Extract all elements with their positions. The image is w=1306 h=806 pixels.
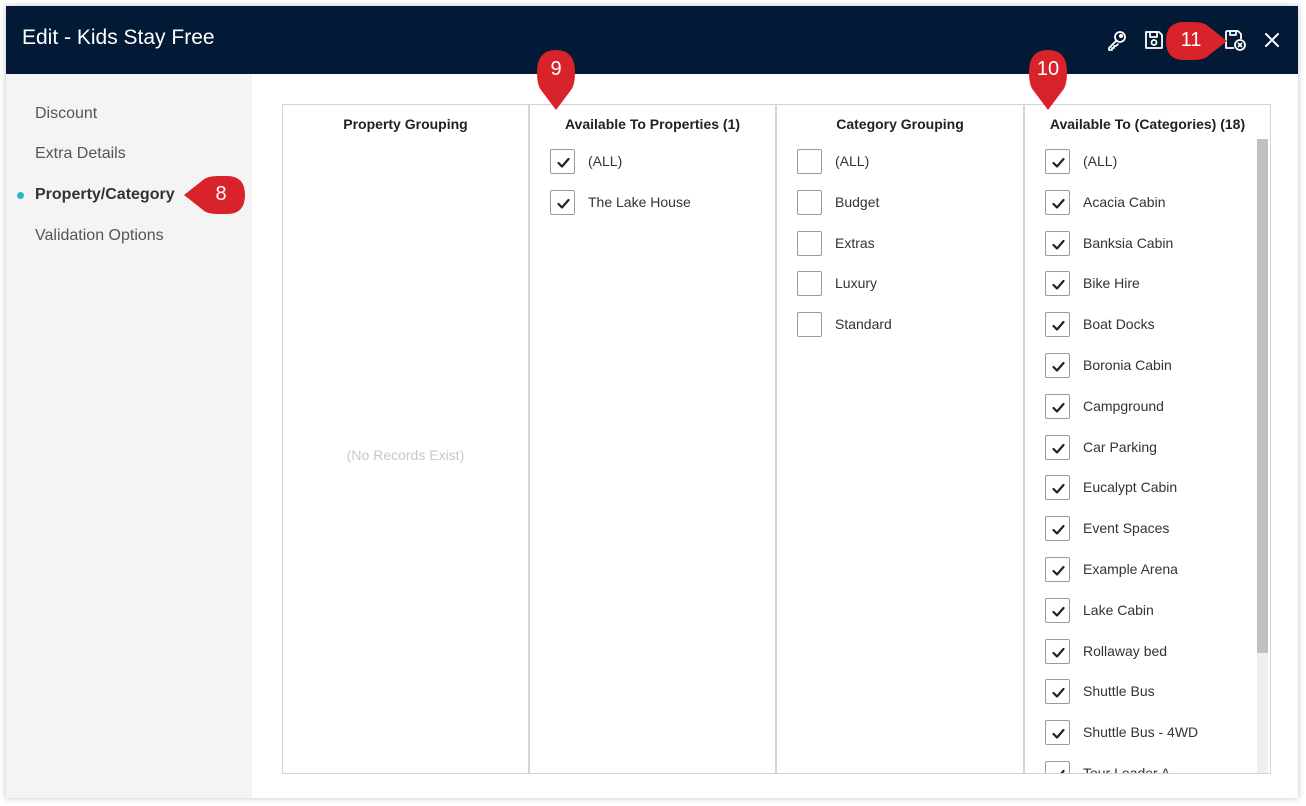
callout-9-label: 9: [550, 58, 562, 80]
check-icon: [1052, 606, 1065, 617]
checkbox[interactable]: [1045, 230, 1070, 256]
callout-marker-9: 9: [535, 48, 577, 112]
active-indicator-dot: [17, 192, 24, 199]
callout-11-label: 11: [1180, 29, 1202, 51]
checkbox[interactable]: [1045, 271, 1070, 297]
category-option-label: Rollaway bed: [1083, 642, 1168, 659]
check-icon: [1052, 402, 1065, 413]
checkbox[interactable]: [1045, 149, 1070, 174]
checkbox[interactable]: [1045, 434, 1070, 460]
close-icon[interactable]: [1260, 28, 1284, 52]
category-option-label: Boat Docks: [1083, 316, 1155, 333]
property-grouping-title: Property Grouping: [343, 116, 468, 132]
checkbox[interactable]: [1045, 312, 1070, 338]
category-option-label: Banksia Cabin: [1083, 234, 1174, 251]
category-option-label: Acacia Cabin: [1083, 193, 1166, 210]
categories-scrollbar[interactable]: [1257, 139, 1268, 773]
category-group-option-label: Standard: [835, 316, 892, 333]
available-properties-panel: Available To Properties (1) (ALL) The Lak…: [529, 104, 776, 774]
category-option-label: Car Parking: [1083, 438, 1157, 455]
sidebar-item-discount[interactable]: Discount: [35, 105, 97, 123]
check-icon: [1052, 239, 1065, 250]
check-icon: [1052, 443, 1065, 454]
edit-dialog: Edit - Kids Stay Free Discount Extra Det…: [6, 6, 1298, 798]
callout-marker-8: 8: [183, 174, 249, 216]
category-option-label: Shuttle Bus - 4WD: [1083, 724, 1199, 741]
check-icon: [1052, 157, 1065, 168]
checkbox[interactable]: [797, 271, 822, 297]
category-option-label: Tour Leader A: [1083, 765, 1171, 774]
sidebar-item-extra-details[interactable]: Extra Details: [35, 145, 126, 163]
category-option-label: Boronia Cabin: [1083, 357, 1172, 373]
check-icon: [557, 157, 570, 168]
category-group-option-label: Budget: [835, 193, 880, 210]
category-option-label: (ALL): [1083, 153, 1118, 169]
callout-8-label: 8: [215, 183, 227, 205]
callout-10-label: 10: [1036, 58, 1060, 80]
scrollbar-thumb[interactable]: [1257, 139, 1268, 653]
checkbox[interactable]: [1045, 189, 1070, 215]
main-content: Property Grouping (No Records Exist) Ava…: [252, 74, 1298, 798]
dialog-header: Edit - Kids Stay Free: [6, 6, 1298, 74]
check-icon: [1052, 321, 1065, 331]
category-group-option-label: Extras: [835, 234, 875, 251]
checkbox[interactable]: [550, 189, 575, 215]
check-icon: [1060, 769, 1065, 773]
category-option-label: Eucalypt Cabin: [1083, 479, 1178, 496]
check-icon: [1052, 361, 1065, 372]
property-option-label: (ALL): [588, 153, 623, 169]
checkbox[interactable]: [1045, 475, 1070, 501]
check-icon: [1052, 729, 1065, 739]
available-categories-panel: Available To (Categories) (18) (ALL) Acac…: [1024, 104, 1271, 774]
category-grouping-panel: Category Grouping (ALL) Budget Extras Luxur…: [776, 104, 1024, 774]
checkbox[interactable]: [1045, 720, 1070, 746]
checkbox[interactable]: [797, 312, 822, 338]
category-grouping-title: Category Grouping: [836, 116, 964, 132]
property-grouping-panel: Property Grouping (No Records Exist): [282, 104, 529, 774]
category-option-label: Example Arena: [1083, 561, 1178, 577]
checkbox[interactable]: [1045, 516, 1070, 542]
checkbox[interactable]: [797, 189, 822, 215]
checkbox[interactable]: [550, 149, 575, 174]
checkbox[interactable]: [1045, 597, 1070, 623]
checkbox[interactable]: [1045, 638, 1070, 664]
checkbox[interactable]: [1045, 353, 1070, 378]
check-icon: [557, 198, 570, 209]
checkbox[interactable]: [1045, 393, 1070, 419]
checkbox[interactable]: [797, 149, 822, 174]
sidebar-item-validation-options[interactable]: Validation Options: [35, 227, 164, 245]
category-group-option-label: Luxury: [835, 275, 878, 292]
callout-marker-10: 10: [1027, 48, 1069, 112]
check-icon: [1052, 280, 1065, 290]
category-option-label: Campground: [1083, 397, 1164, 414]
category-group-option-label: (ALL): [835, 153, 870, 169]
category-option-label: Event Spaces: [1083, 520, 1170, 537]
checkbox[interactable]: [1045, 679, 1070, 705]
checkbox[interactable]: [1045, 761, 1070, 773]
property-option-label: The Lake House: [588, 193, 691, 210]
dialog-title: Edit - Kids Stay Free: [22, 26, 215, 49]
checkbox[interactable]: [1045, 557, 1070, 582]
key-icon[interactable]: [1105, 28, 1129, 52]
category-option-label: Shuttle Bus: [1083, 683, 1155, 700]
available-properties-title: Available To Properties (1): [564, 116, 741, 132]
check-icon: [1052, 688, 1065, 698]
check-icon: [1052, 565, 1065, 576]
available-categories-title: Available To (Categories) (18): [1049, 116, 1246, 132]
check-icon: [1052, 484, 1065, 494]
empty-message: (No Records Exist): [346, 447, 465, 463]
category-option-label: Lake Cabin: [1083, 601, 1154, 618]
check-icon: [1052, 525, 1065, 535]
sidebar-item-property-category[interactable]: Property/Category: [35, 186, 175, 204]
checkbox[interactable]: [797, 230, 822, 256]
category-option-label: Bike Hire: [1083, 275, 1140, 292]
check-icon: [1052, 647, 1065, 658]
callout-marker-11: 11: [1162, 20, 1228, 62]
check-icon: [1052, 198, 1065, 209]
